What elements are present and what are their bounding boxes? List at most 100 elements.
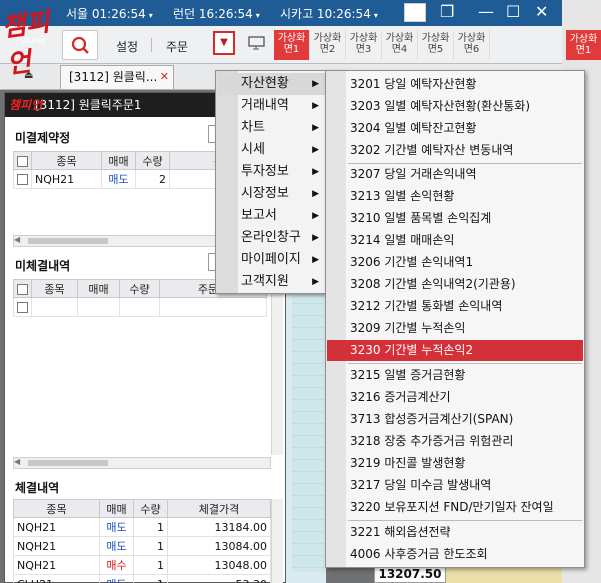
submenu-item[interactable]: 3217 당일 미수금 발생내역 <box>327 475 583 496</box>
tab-virtual-screen-5[interactable]: 가상화면5 <box>418 30 454 60</box>
menu-item-assets[interactable]: 자산현황 ▶ <box>217 73 325 95</box>
doc-tab-3112[interactable]: [3112] 원클릭... ✕ <box>60 65 174 89</box>
tab-virtual-screen-edge[interactable]: 가상화면1 <box>566 30 601 60</box>
minimize-icon[interactable]: — <box>478 3 494 21</box>
cell-symbol: NQH21 <box>31 169 102 189</box>
table-row[interactable]: NQH21 매도 1 13084.00 <box>13 536 271 556</box>
submenu-item[interactable]: 3215 일별 증거금현황 <box>327 365 583 386</box>
cell-symbol: NQH21 <box>13 555 100 575</box>
row-checkbox[interactable] <box>13 169 32 189</box>
submenu-item[interactable]: 3202 기간별 예탁자산 변동내역 <box>327 140 583 161</box>
submenu-item[interactable]: 3208 기간별 손익내역2(기관용) <box>327 274 583 295</box>
submenu-item[interactable]: 3201 당일 예탁자산현황 <box>327 74 583 95</box>
submenu-item[interactable]: 3218 장중 추가증거금 위험관리 <box>327 431 583 452</box>
submenu-item[interactable]: 3216 증거금계산기 <box>327 387 583 408</box>
clock-chicago[interactable]: 시카고 10:26:54 ▾ <box>280 5 378 22</box>
cell-qty: 1 <box>133 555 168 575</box>
cell-side: 매도 <box>99 517 134 537</box>
submenu-item[interactable]: 3203 일별 예탁자산현황(환산통화) <box>327 96 583 117</box>
submenu-item[interactable]: 3212 기간별 통화별 손익내역 <box>327 296 583 317</box>
table-row[interactable]: NQH21 매수 1 13048.00 <box>13 555 271 575</box>
brand-logo: 챔피언 Futures <box>0 7 52 81</box>
cell-qty: 1 <box>133 517 168 537</box>
col-header: 수량 <box>133 499 168 518</box>
submenu-item[interactable]: 3206 기간별 손익내역1 <box>327 252 583 273</box>
menu-item-support[interactable]: 고객지원 ▶ <box>217 271 325 293</box>
price-ladder-stripes <box>292 292 324 572</box>
cell-price: 13084.00 <box>167 536 271 556</box>
menu-item-my-page[interactable]: 마이페이지 ▶ <box>217 249 325 271</box>
submenu-item[interactable]: 3221 해외옵션전략 <box>327 522 583 543</box>
table-row[interactable]: NQH21 매도 1 13184.00 <box>13 517 271 537</box>
tab-virtual-screen-4[interactable]: 가상화면4 <box>382 30 418 60</box>
col-header: 체결가격 <box>167 499 271 518</box>
table-row[interactable] <box>13 297 267 317</box>
monitor-icon[interactable] <box>248 36 266 50</box>
submenu-item[interactable]: 3220 보유포지션 FND/만기일자 잔여일 <box>327 497 583 518</box>
cell-symbol: NQH21 <box>13 517 100 537</box>
menu-item-investment-info[interactable]: 투자정보 ▶ <box>217 161 325 183</box>
maximize-icon[interactable]: ☐ <box>506 3 520 21</box>
cell-symbol: NQH21 <box>13 536 100 556</box>
submenu-item-highlighted[interactable]: 3230 기간별 누적손익2 <box>327 340 583 361</box>
price-ladder-bottom <box>446 566 562 583</box>
pending-orders-title: 미체결내역 <box>15 259 71 273</box>
clock-london[interactable]: 런던 16:26:54 ▾ <box>173 5 260 22</box>
order-button[interactable]: 주문 <box>166 38 188 55</box>
col-header: 매매 <box>99 499 134 518</box>
cell-price: 53.30 <box>167 574 271 583</box>
fills-title: 체결내역 <box>15 481 60 495</box>
submenu-item[interactable]: 4006 사후증거금 한도조회 <box>327 544 583 565</box>
cell-qty: 1 <box>133 574 168 583</box>
horizontal-scrollbar[interactable]: ◀ <box>13 457 271 469</box>
menu-item-online-desk[interactable]: 온라인창구 ▶ <box>217 227 325 249</box>
submenu-item[interactable]: 3209 기간별 누적손익 <box>327 318 583 339</box>
submenu-item[interactable]: 3213 일별 손익현황 <box>327 186 583 207</box>
clock-seoul[interactable]: 서울 01:26:54 ▾ <box>66 5 153 22</box>
col-header: 종목 <box>31 279 78 298</box>
table-row[interactable]: CLH21 매도 1 53.30 <box>13 574 271 583</box>
col-header: 수량 <box>135 151 170 170</box>
submenu-item[interactable]: 3210 일별 품목별 손익집계 <box>327 208 583 229</box>
menu-item-chart[interactable]: 차트 ▶ <box>217 117 325 139</box>
vertical-scrollbar[interactable] <box>271 279 283 455</box>
search-button[interactable] <box>62 30 98 60</box>
tray-icon[interactable] <box>404 3 426 22</box>
mini-logo: 챔피언 <box>9 98 43 112</box>
menu-item-quotes[interactable]: 시세 ▶ <box>217 139 325 161</box>
menu-separator <box>348 520 582 521</box>
settings-button[interactable]: 설정 <box>116 38 138 55</box>
menu-item-market-info[interactable]: 시장정보 ▶ <box>217 183 325 205</box>
menu-item-trades[interactable]: 거래내역 ▶ <box>217 95 325 117</box>
tab-virtual-screen-2[interactable]: 가상화면2 <box>310 30 346 60</box>
close-icon[interactable]: ✕ <box>535 3 548 21</box>
tab-virtual-screen-1[interactable]: 가상화면1 <box>274 30 310 60</box>
col-header: 종목 <box>13 499 100 518</box>
cell-side: 매도 <box>99 574 134 583</box>
tab-virtual-screen-6[interactable]: 가상화면6 <box>454 30 490 60</box>
vertical-scrollbar[interactable] <box>271 499 283 583</box>
window-title: [3112] 원클릭주문1 <box>35 98 142 112</box>
menu-item-reports[interactable]: 보고서 ▶ <box>217 205 325 227</box>
current-price: 13207.50 <box>374 566 446 583</box>
close-tab-icon[interactable]: ✕ <box>160 66 169 88</box>
submenu-item[interactable]: 3713 합성증거금계산기(SPAN) <box>327 409 583 430</box>
row-checkbox[interactable] <box>13 297 32 317</box>
cell-side: 매도 <box>101 169 136 189</box>
submenu-item[interactable]: 3214 일별 매매손익 <box>327 230 583 251</box>
assets-submenu: 3201 당일 예탁자산현황 3203 일별 예탁자산현황(환산통화) 3204… <box>325 70 585 568</box>
restore-icon[interactable]: ❐ <box>440 3 454 21</box>
menu-dropdown-button[interactable]: ▼ <box>213 31 235 55</box>
select-all-checkbox[interactable] <box>13 279 32 298</box>
col-header: 수량 <box>119 279 160 298</box>
submenu-item[interactable]: 3207 당일 거래손익내역 <box>327 164 583 185</box>
cell-price: 13184.00 <box>167 517 271 537</box>
divider <box>151 38 152 52</box>
submenu-item[interactable]: 3219 마진콜 발생현황 <box>327 453 583 474</box>
submenu-item[interactable]: 3204 일별 예탁잔고현황 <box>327 118 583 139</box>
col-header: 매매 <box>101 151 136 170</box>
main-menu: 자산현황 ▶ 거래내역 ▶ 차트 ▶ 시세 ▶ 투자정보 ▶ 시장정보 ▶ 보고서 ▶ 온라인… <box>215 70 327 294</box>
tab-virtual-screen-3[interactable]: 가상화면3 <box>346 30 382 60</box>
cell-side: 매도 <box>99 536 134 556</box>
select-all-checkbox[interactable] <box>13 151 32 170</box>
